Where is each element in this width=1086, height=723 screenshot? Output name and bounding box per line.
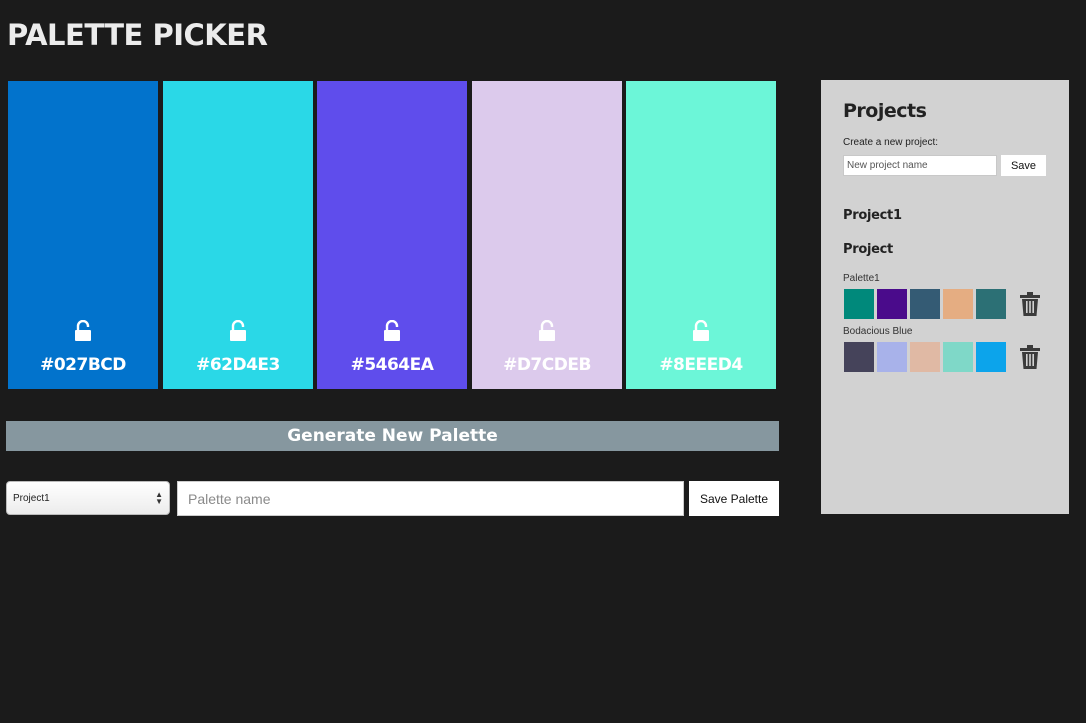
save-project-button[interactable]: Save	[1001, 155, 1046, 176]
saved-palette-swatches[interactable]	[844, 289, 1014, 320]
unlock-icon[interactable]	[75, 320, 91, 342]
mini-swatch	[976, 342, 1006, 372]
projects-sidebar: Projects Create a new project: Save Proj…	[821, 80, 1069, 514]
new-project-name-input[interactable]	[843, 155, 997, 176]
project-select-value: Project1	[13, 492, 50, 504]
mini-swatch	[844, 289, 874, 319]
palette-name-input[interactable]	[177, 481, 684, 516]
trash-icon[interactable]	[1020, 345, 1040, 369]
mini-swatch	[844, 342, 874, 372]
swatch-hex-label: #8EEED4	[659, 355, 743, 375]
mini-swatch	[943, 342, 973, 372]
unlock-icon[interactable]	[384, 320, 400, 342]
project-select[interactable]: Project1 ▲ ▼	[6, 481, 170, 515]
saved-palette-name: Palette1	[843, 273, 880, 284]
mini-swatch	[943, 289, 973, 319]
swatch-hex-label: #62D4E3	[196, 355, 280, 375]
unlock-icon[interactable]	[230, 320, 246, 342]
saved-palette-swatches[interactable]	[844, 342, 1014, 373]
swatch-hex-label: #5464EA	[350, 355, 434, 375]
trash-icon[interactable]	[1020, 292, 1040, 316]
unlock-icon[interactable]	[539, 320, 555, 342]
unlock-icon[interactable]	[693, 320, 709, 342]
saved-palette-name: Bodacious Blue	[843, 326, 913, 337]
color-swatch-1[interactable]: #027BCD	[8, 81, 158, 389]
mini-swatch	[910, 289, 940, 319]
project-name[interactable]: Project	[843, 242, 893, 257]
project-name[interactable]: Project1	[843, 208, 902, 223]
select-arrows-icon: ▲ ▼	[155, 490, 163, 506]
swatch-hex-label: #027BCD	[40, 355, 126, 375]
mini-swatch	[877, 342, 907, 372]
color-swatch-4[interactable]: #D7CDEB	[472, 81, 622, 389]
palette-swatches: #027BCD #62D4E3 #5464EA #D7CDEB #8EEED4	[8, 81, 776, 389]
generate-palette-button[interactable]: Generate New Palette	[6, 421, 779, 451]
swatch-hex-label: #D7CDEB	[503, 355, 591, 375]
mini-swatch	[910, 342, 940, 372]
color-swatch-2[interactable]: #62D4E3	[163, 81, 313, 389]
mini-swatch	[877, 289, 907, 319]
color-swatch-3[interactable]: #5464EA	[317, 81, 467, 389]
save-palette-button[interactable]: Save Palette	[689, 481, 779, 516]
app-title: PALETTE PICKER	[7, 18, 268, 52]
color-swatch-5[interactable]: #8EEED4	[626, 81, 776, 389]
mini-swatch	[976, 289, 1006, 319]
projects-heading: Projects	[843, 100, 927, 122]
create-project-label: Create a new project:	[843, 137, 939, 148]
